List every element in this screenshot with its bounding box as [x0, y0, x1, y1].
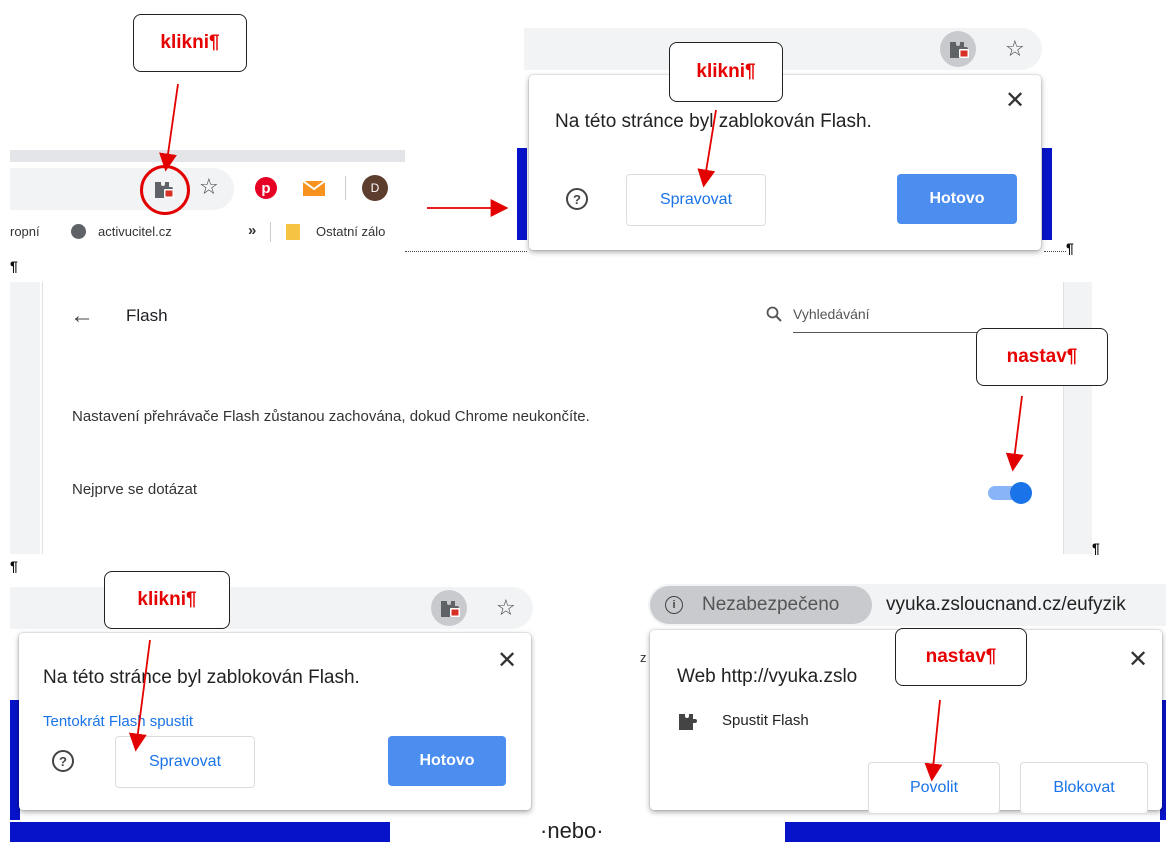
arrow: [924, 699, 943, 782]
arrow: [159, 83, 179, 172]
annotation-arrows: [128, 83, 1024, 782]
arrow: [1005, 395, 1024, 472]
arrow: [697, 109, 717, 188]
arrow: [128, 639, 151, 752]
